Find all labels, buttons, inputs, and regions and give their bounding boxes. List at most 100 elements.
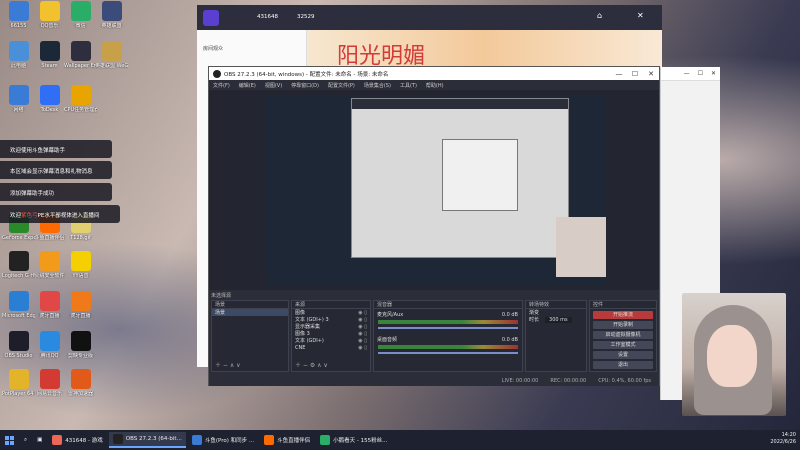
source-item[interactable]: CNE ◉ ▯ [292,344,370,351]
taskbar-item-label: 小鹅看天 - 155粉丝... [333,438,388,444]
taskbar-item[interactable]: 小鹅看天 - 155粉丝... [316,432,391,448]
visibility-icon[interactable]: ◉ ▯ [358,310,367,316]
desktop-icon[interactable]: Steam [33,40,66,80]
desktop-icon[interactable]: 微信 [64,0,97,40]
app-icon [39,41,60,61]
desktop-icon[interactable]: ToDesk [33,84,66,124]
obs-menu-item[interactable]: 场景集合(S) [364,82,391,89]
control-button[interactable]: 开始推流 [593,311,653,319]
taskbar-item[interactable]: 斗鱼(Pro) 和同步 ... [188,432,258,448]
desktop-icon[interactable]: 腾讯QQ [33,330,66,370]
scene-item[interactable]: 场景 [212,309,288,316]
obs-menu-item[interactable]: 帮助(H) [426,82,444,89]
desktop-icon[interactable]: 火绒安全软件 [33,250,66,290]
danmu-notification: 欢迎使用斗鱼弹幕助手 [0,140,112,158]
desktop-icon-label: 网易云音乐 [36,391,62,397]
app-icon [8,369,29,389]
scene-add-icon[interactable]: ＋ − ∧ ∨ [215,360,241,369]
obs-menu-item[interactable]: 工具(T) [400,82,417,89]
obs-menu-item[interactable]: 视图(V) [265,82,282,89]
desktop-icon[interactable]: 网易云音乐 [33,368,66,408]
desktop-icon[interactable]: 虎牙直播 [33,290,66,330]
close-icon[interactable]: ✕ [637,11,644,20]
desktop-icon[interactable]: 66155 [2,0,35,40]
desktop-icon[interactable]: Wallpaper Engine [64,40,97,80]
desktop-icon-label: Wallpaper Engine [64,63,97,69]
source-item[interactable]: 文本 (GDI+) 3 ◉ ▯ [292,316,370,324]
app-icon [70,331,91,351]
webcam-overlay [682,293,786,416]
volume-slider[interactable] [378,352,518,354]
app-icon [70,41,91,61]
source-item[interactable]: 文本 (GDI+) ◉ ▯ [292,337,370,345]
desktop-icon[interactable]: 剪映专业版 [64,330,97,370]
desktop-icon[interactable]: QQ音乐 [33,0,66,40]
app-icon [70,85,91,105]
taskbar-item-label: 431648 - 游戏 [65,438,103,444]
mixer-channel: 麦克风/Aux 0.0 dB [374,309,522,334]
controls-panel: 控件 开始推流 开始录制 启动虚拟摄像机 工作室模式 设置 退出 [589,300,657,372]
desktop-icon-label: 英雄联盟 [101,23,122,29]
desktop-icon-label: 雷神加速器 [67,391,93,397]
task-view-icon[interactable]: ▣ [33,432,46,448]
visibility-icon[interactable]: ◉ ▯ [358,338,367,344]
source-add-icon[interactable]: ＋ − ⚙ ∧ ∨ [295,360,328,369]
desktop-icon[interactable]: 网络 [2,84,35,124]
preview-source-label: 未选择源 [211,293,232,299]
home-icon[interactable]: ⌂ [597,11,602,20]
taskbar-item[interactable]: 斗鱼直播伴侣 [260,432,314,448]
volume-meter [378,320,518,324]
obs-preview[interactable] [209,90,659,290]
maximize-icon[interactable]: ☐ [698,70,703,77]
taskbar-item[interactable]: OBS 27.2.3 (64-bit... [108,432,186,448]
desktop-icon[interactable]: YY语音 [64,250,97,290]
control-button[interactable]: 启动虚拟摄像机 [593,331,653,339]
transition-type[interactable]: 渐变 [526,309,586,316]
desktop-icon[interactable]: PotPlayer 64 bit [2,368,35,408]
desktop-icon[interactable]: 此电脑 [2,40,35,80]
duration-input[interactable]: 300 ms [545,316,572,323]
desktop-icon-label: CPU任务管理器 [64,107,97,113]
douyu-header: 431648 32529 ⌂ ✕ [197,5,662,30]
desktop-icon[interactable]: 雷神加速器 [64,368,97,408]
close-icon[interactable]: ✕ [711,70,716,77]
start-button[interactable] [0,432,18,448]
control-button[interactable]: 工作室模式 [593,341,653,349]
desktop-icon-label: Logitech G HUB [2,273,35,279]
volume-slider[interactable] [378,327,518,329]
visibility-icon[interactable]: ◉ ▯ [358,331,367,337]
maximize-icon[interactable]: ☐ [627,70,643,78]
source-item[interactable]: 显示器采集 ◉ ▯ [292,323,370,331]
control-button[interactable]: 开始录制 [593,321,653,329]
desktop-icon[interactable]: CPU任务管理器 [64,84,97,124]
source-item[interactable]: 图像 ◉ ▯ [292,309,370,317]
system-clock[interactable]: 14:20 2022/6/26 [770,432,796,446]
visibility-icon[interactable]: ◉ ▯ [358,324,367,330]
obs-menu-item[interactable]: 配置文件(P) [328,82,355,89]
desktop-icon[interactable]: Logitech G HUB [2,250,35,290]
stat-1: 431648 [257,14,278,20]
minimize-icon[interactable]: — [684,70,690,77]
app-icon [39,331,60,351]
close-icon[interactable]: ✕ [643,70,659,78]
douyu-logo-icon [203,10,219,26]
desktop-icon[interactable]: Microsoft Edge [2,290,35,330]
nested-capture-deep [442,139,518,211]
desktop-icon-label: PotPlayer 64 bit [2,391,35,397]
desktop-icon[interactable]: 英雄联盟 [95,0,128,40]
taskbar-item[interactable]: 431648 - 游戏 [48,432,106,448]
obs-menu-item[interactable]: 停靠窗口(D) [291,82,319,89]
visibility-icon[interactable]: ◉ ▯ [358,345,367,351]
desktop-icon[interactable]: 英雄联盟 WeGame版 [95,40,128,80]
obs-menu-item[interactable]: 编辑(E) [239,82,256,89]
search-icon[interactable]: ⌕ [20,432,31,448]
visibility-icon[interactable]: ◉ ▯ [358,317,367,323]
obs-menu-item[interactable]: 文件(F) [213,82,230,89]
desktop-icon[interactable]: 虎牙直播 [64,290,97,330]
source-item[interactable]: 图像 3 ◉ ▯ [292,330,370,338]
control-button[interactable]: 设置 [593,351,653,359]
app-icon [264,435,275,445]
desktop-icon[interactable]: OBS Studio [2,330,35,370]
minimize-icon[interactable]: — [611,70,627,78]
control-button[interactable]: 退出 [593,361,653,369]
